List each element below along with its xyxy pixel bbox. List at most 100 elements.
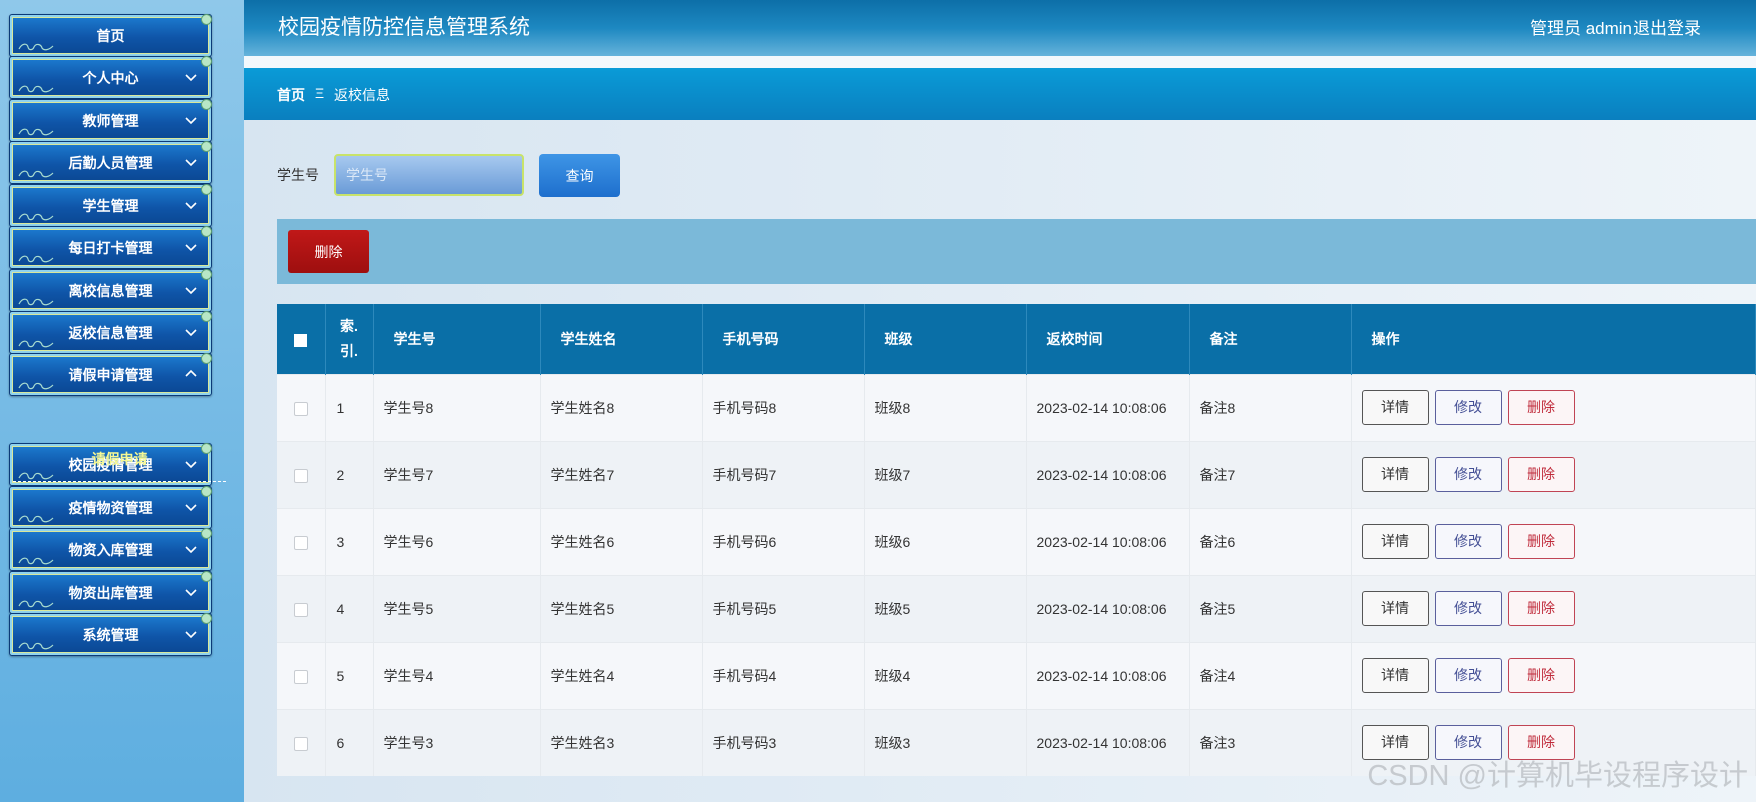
checkbox-icon (293, 468, 308, 483)
cell-student-no: 学生号5 (373, 574, 541, 642)
row-index: 5 (325, 641, 374, 709)
edit-button[interactable]: 修改 (1434, 658, 1502, 693)
col-header-actions: 操作 (1351, 304, 1756, 374)
sidebar-item-home[interactable]: 首页 (9, 14, 212, 57)
col-header-return-time: 返校时间 (1026, 304, 1190, 374)
cell-return-time: 2023-02-14 10:08:06 (1026, 574, 1190, 642)
cell-return-time: 2023-02-14 10:08:06 (1026, 708, 1190, 776)
ornament-dot-icon (201, 14, 212, 25)
col-header-name: 学生姓名 (540, 304, 703, 374)
current-user: 管理员 admin (1529, 19, 1632, 38)
checkbox-icon (293, 736, 308, 751)
ornament-swirl-icon (18, 298, 54, 306)
delete-button[interactable]: 删除 (1507, 457, 1575, 492)
sidebar-subitem-leave-request[interactable]: 请假申请 (13, 440, 226, 482)
delete-button[interactable]: 删除 (1507, 591, 1575, 626)
sidebar-item-return-school-mgmt[interactable]: 返校信息管理 (9, 311, 212, 354)
row-select-checkbox[interactable] (277, 708, 326, 776)
row-select-checkbox[interactable] (277, 373, 326, 441)
batch-delete-button[interactable]: 删除 (288, 230, 369, 273)
col-header-student-no: 学生号 (373, 304, 541, 374)
cell-note: 备注3 (1189, 708, 1352, 776)
chevron-down-icon (185, 329, 197, 337)
chevron-down-icon (185, 504, 197, 512)
ornament-dot-icon (201, 571, 212, 582)
sidebar-item-teacher-mgmt[interactable]: 教师管理 (9, 99, 212, 142)
chevron-down-icon (185, 117, 197, 125)
edit-button[interactable]: 修改 (1434, 591, 1502, 626)
row-index: 6 (325, 708, 374, 776)
cell-return-time: 2023-02-14 10:08:06 (1026, 641, 1190, 709)
sidebar-item-personal-center[interactable]: 个人中心 (9, 56, 212, 99)
cell-phone: 手机号码7 (702, 440, 865, 508)
edit-button[interactable]: 修改 (1434, 524, 1502, 559)
row-select-checkbox[interactable] (277, 574, 326, 642)
col-header-phone: 手机号码 (702, 304, 865, 374)
delete-button[interactable]: 删除 (1507, 658, 1575, 693)
cell-student-no: 学生号4 (373, 641, 541, 709)
sidebar-item-supplies-outbound-mgmt[interactable]: 物资出库管理 (9, 571, 212, 614)
cell-actions: 详情 修改 删除 (1351, 507, 1756, 575)
sidebar-item-daily-checkin-mgmt[interactable]: 每日打卡管理 (9, 226, 212, 269)
checkbox-icon (293, 401, 308, 416)
edit-button[interactable]: 修改 (1434, 390, 1502, 425)
checkbox-icon (293, 535, 308, 550)
query-button[interactable]: 查询 (539, 154, 620, 197)
chevron-down-icon (185, 74, 197, 82)
ornament-swirl-icon (18, 213, 54, 221)
select-all-checkbox[interactable] (277, 304, 326, 374)
sidebar-item-student-mgmt[interactable]: 学生管理 (9, 184, 212, 227)
chevron-down-icon (185, 202, 197, 210)
chevron-down-icon (185, 589, 197, 597)
chevron-down-icon (185, 631, 197, 639)
cell-actions: 详情 修改 删除 (1351, 373, 1756, 441)
action-bar: 删除 (277, 219, 1756, 284)
cell-note: 备注4 (1189, 641, 1352, 709)
sidebar-item-leave-school-mgmt[interactable]: 离校信息管理 (9, 269, 212, 312)
watermark: CSDN @计算机毕设程序设计 (1367, 760, 1748, 792)
row-select-checkbox[interactable] (277, 507, 326, 575)
main-content: 学生号 查询 删除 索.引. 学生号 学生姓名 手机号码 班级 返校时间 备注 … (244, 120, 1756, 802)
col-header-note: 备注 (1189, 304, 1352, 374)
edit-button[interactable]: 修改 (1434, 457, 1502, 492)
chevron-up-icon (185, 369, 197, 377)
cell-note: 备注6 (1189, 507, 1352, 575)
ornament-dot-icon (201, 269, 212, 280)
detail-button[interactable]: 详情 (1361, 658, 1429, 693)
delete-button[interactable]: 删除 (1507, 524, 1575, 559)
chevron-down-icon (185, 546, 197, 554)
ornament-dot-icon (201, 56, 212, 67)
detail-button[interactable]: 详情 (1361, 390, 1429, 425)
cell-student-name: 学生姓名3 (540, 708, 703, 776)
sidebar-item-epidemic-supplies-mgmt[interactable]: 疫情物资管理 (9, 486, 212, 529)
row-select-checkbox[interactable] (277, 440, 326, 508)
chevron-down-icon (185, 244, 197, 252)
ornament-swirl-icon (18, 340, 54, 348)
cell-student-no: 学生号3 (373, 708, 541, 776)
cell-class: 班级8 (864, 373, 1027, 441)
ornament-swirl-icon (18, 515, 54, 523)
sidebar-item-leave-request-mgmt[interactable]: 请假申请管理 (9, 353, 212, 396)
checkbox-icon (294, 333, 308, 347)
cell-return-time: 2023-02-14 10:08:06 (1026, 507, 1190, 575)
ornament-dot-icon (201, 141, 212, 152)
ornament-dot-icon (201, 613, 212, 624)
detail-button[interactable]: 详情 (1361, 524, 1429, 559)
detail-button[interactable]: 详情 (1361, 591, 1429, 626)
sidebar: 首页 个人中心 教师管理 后勤人员管理 学生管理 每日打卡管理 离校信息管理 返校信息管理 请假… (0, 0, 244, 802)
breadcrumb-home[interactable]: 首页 (277, 85, 305, 105)
cell-phone: 手机号码5 (702, 574, 865, 642)
logout-link[interactable]: 退出登录 (1633, 14, 1701, 39)
ornament-swirl-icon (18, 600, 54, 608)
sidebar-item-supplies-inbound-mgmt[interactable]: 物资入库管理 (9, 528, 212, 571)
breadcrumb: 首页 Ξ 返校信息 (244, 68, 1756, 120)
student-no-input[interactable] (334, 154, 524, 196)
detail-button[interactable]: 详情 (1361, 457, 1429, 492)
cell-phone: 手机号码8 (702, 373, 865, 441)
cell-note: 备注8 (1189, 373, 1352, 441)
table-row: 4 学生号5 学生姓名5 手机号码5 班级5 2023-02-14 10:08:06 备注5… (277, 574, 1756, 642)
sidebar-item-system-mgmt[interactable]: 系统管理 (9, 613, 212, 656)
row-select-checkbox[interactable] (277, 641, 326, 709)
sidebar-item-logistics-staff-mgmt[interactable]: 后勤人员管理 (9, 141, 212, 184)
delete-button[interactable]: 删除 (1507, 390, 1575, 425)
